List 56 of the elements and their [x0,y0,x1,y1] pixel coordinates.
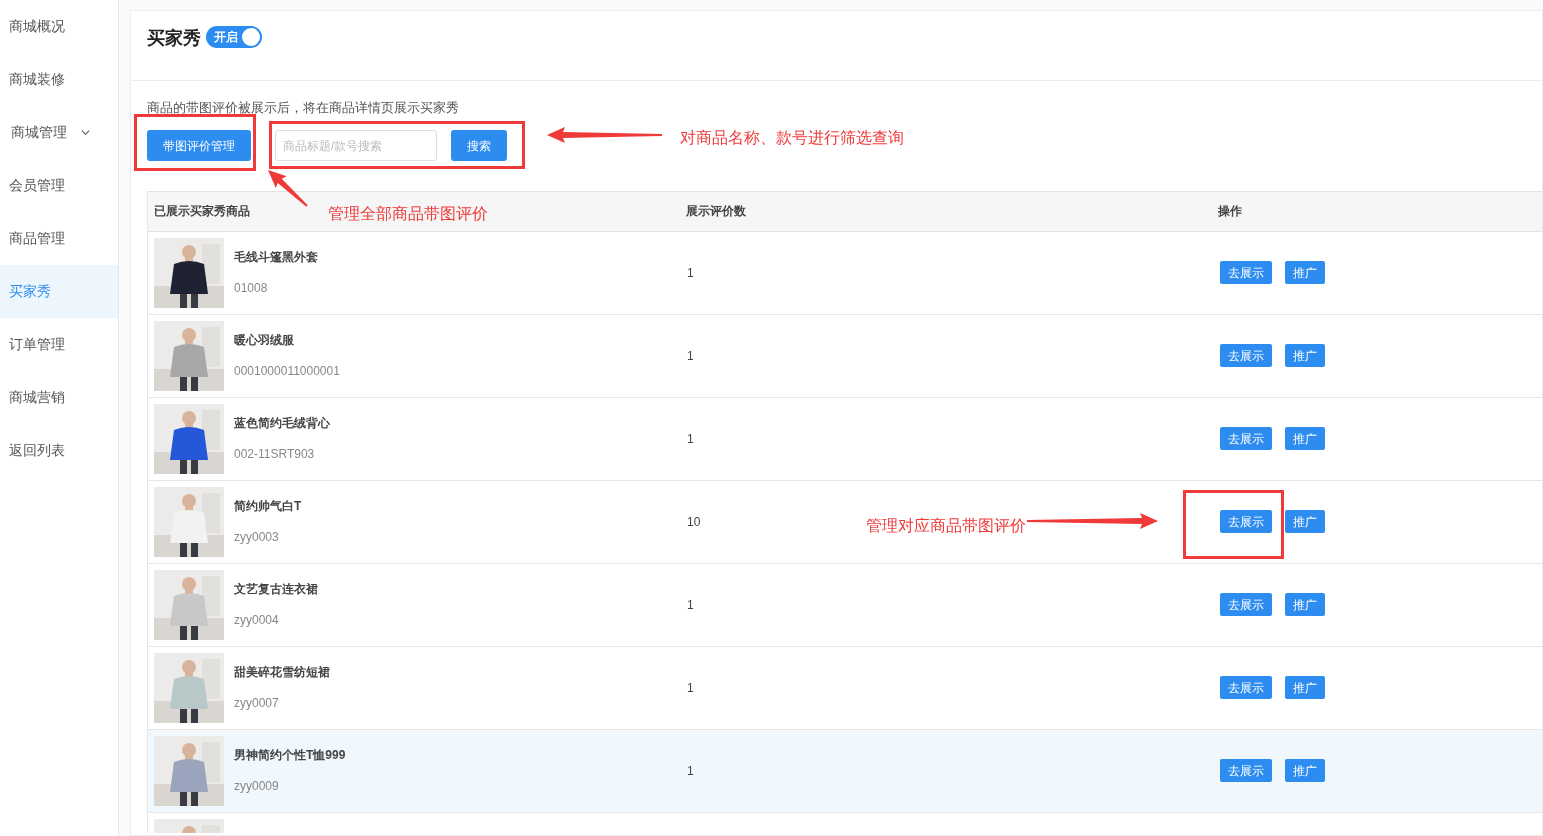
product-name: 文艺复古连衣裙 [234,581,318,598]
promote-button[interactable]: 推广 [1285,510,1325,533]
show-button[interactable]: 去展示 [1220,593,1272,616]
product-name: 毛线斗篷黑外套 [234,249,318,266]
sidebar-item[interactable]: 商城管理 [0,106,118,159]
sidebar-item[interactable]: 商城营销 [0,371,118,424]
toggle-switch[interactable]: 开启 [206,26,262,48]
sidebar-item[interactable]: 买家秀 [0,265,118,318]
search-field[interactable]: 商品标题/款号搜索 [275,130,437,161]
product-name: 简约帅气白T [234,498,302,515]
promote-button[interactable]: 推广 [1285,261,1325,284]
sidebar-item[interactable]: 商城装修 [0,53,118,106]
show-button[interactable]: 去展示 [1220,676,1272,699]
product-code: zyy0009 [234,778,280,795]
product-name: 男神简约个性T恤999 [234,747,346,764]
promote-button[interactable]: 推广 [1285,427,1325,450]
show-button[interactable]: 去展示 [1220,510,1272,533]
product-code: zyy0007 [234,695,280,712]
review-count: 1 [686,264,694,282]
promote-button[interactable]: 推广 [1285,344,1325,367]
sidebar-item[interactable]: 商品管理 [0,212,118,265]
product-code: zyy0004 [234,612,280,629]
show-button[interactable]: 去展示 [1220,344,1272,367]
annotation-text: 对商品名称、款号进行筛选查询 [680,128,904,148]
column-header: 展示评价数 [685,203,746,220]
description-text: 商品的带图评价被展示后，将在商品详情页展示买家秀 [147,99,460,117]
sidebar-item[interactable]: 返回列表 [0,424,118,477]
column-header: 已展示买家秀商品 [153,203,250,220]
product-code: 002-11SRT903 [234,446,316,463]
review-count: 1 [686,679,694,697]
product-code: zyy0003 [234,529,280,546]
manage-reviews-button[interactable]: 带图评价管理 [147,130,251,161]
show-button[interactable]: 去展示 [1220,261,1272,284]
show-button[interactable]: 去展示 [1220,427,1272,450]
product-code: 01008 [234,280,269,297]
review-count: 1 [686,430,694,448]
product-name: 暖心羽绒服 [234,332,295,349]
column-header: 操作 [1217,203,1242,220]
review-count: 1 [686,347,694,365]
review-count: 10 [686,513,701,531]
annotation-text: 管理对应商品带图评价 [866,516,1026,536]
review-count: 1 [686,762,694,780]
sidebar-item[interactable]: 商城概况 [0,0,118,53]
promote-button[interactable]: 推广 [1285,593,1325,616]
search-button[interactable]: 搜索 [451,130,507,161]
promote-button[interactable]: 推广 [1285,759,1325,782]
sidebar-item[interactable]: 订单管理 [0,318,118,371]
annotation-text: 管理全部商品带图评价 [328,204,488,224]
review-count: 1 [686,596,694,614]
product-name: 蓝色简约毛绒背心 [234,415,330,432]
page-title: 买家秀 [147,27,201,50]
sidebar-item[interactable]: 会员管理 [0,159,118,212]
product-code: 0001000011000001 [234,363,340,380]
promote-button[interactable]: 推广 [1285,676,1325,699]
show-button[interactable]: 去展示 [1220,759,1272,782]
product-name: 甜美碎花雪纺短裙 [234,664,330,681]
